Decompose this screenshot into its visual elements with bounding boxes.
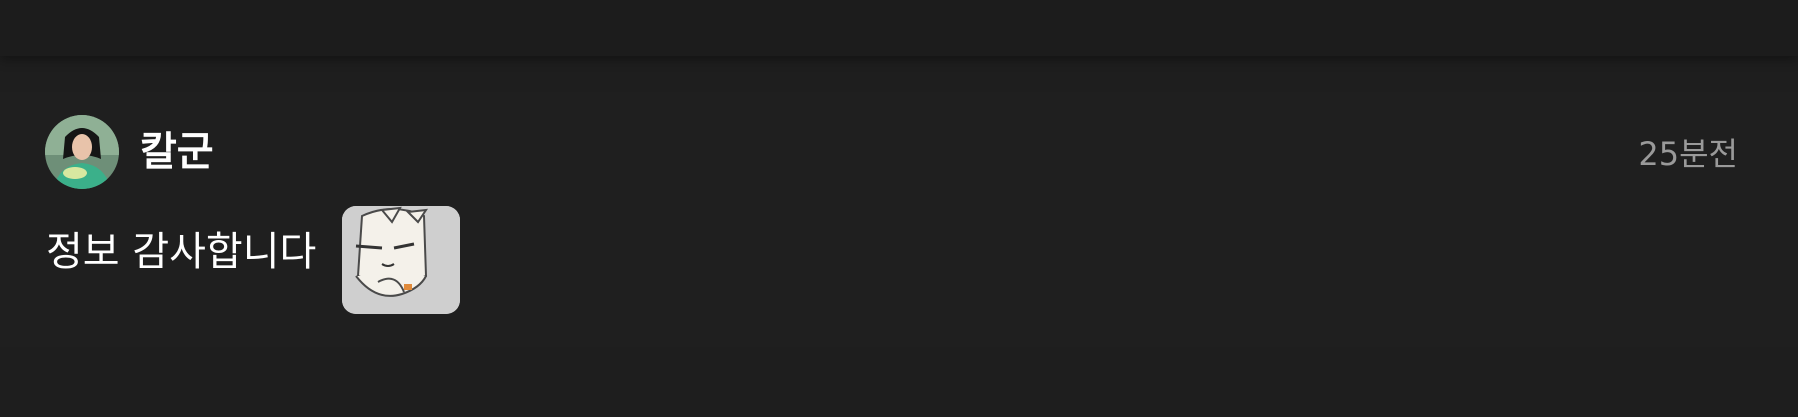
user-avatar[interactable] [45,115,119,189]
user-avatar-photo-icon [45,115,119,189]
comment-author-name[interactable]: 칼군 [140,128,214,176]
previous-section-divider [0,0,1798,56]
comment-body-text: 정보 감사합니다 [46,229,317,275]
comment-item [0,92,1798,347]
comment-timestamp: 25분전 [1638,135,1738,173]
comment-sticker[interactable] [342,206,460,314]
cartoon-cat-sticker-icon [342,206,460,314]
